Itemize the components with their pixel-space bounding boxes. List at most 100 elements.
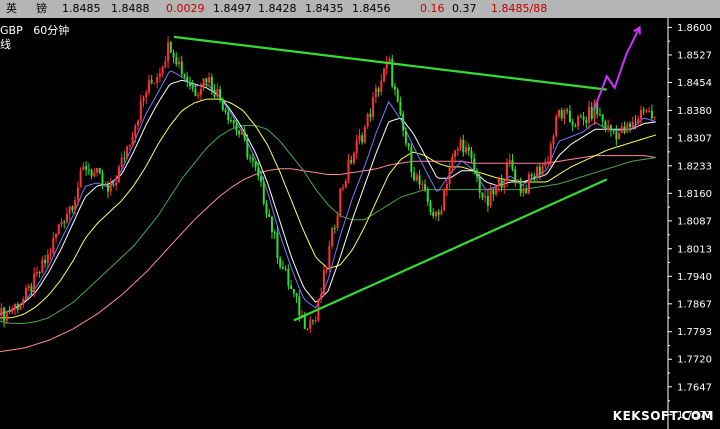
candle-body [19,304,22,310]
candle-body [106,184,109,192]
candle-body [350,160,353,163]
candle-body [3,307,6,321]
candle-body [178,61,181,65]
candle-body [284,268,287,270]
candle-body [407,143,410,147]
candle-body [46,254,49,264]
candle-body [183,74,186,77]
candle-body [33,273,36,293]
candle-body [626,123,629,133]
candle-body [251,157,254,162]
candle-body [93,172,96,177]
candle-body [199,88,202,95]
period-label: 60分钟 [33,24,70,37]
candle-body [609,125,612,131]
price-chart[interactable]: 1.8600 1.8527 1.8454 1.8380 1.8307 1.8233 1.81… [0,18,720,429]
candle-body [57,224,60,234]
candle-body [325,268,328,271]
ma-short-line [0,70,657,316]
candle-body [440,210,443,215]
candle-body [298,296,301,316]
candle-body [76,187,79,200]
chart-window: { "header": { "name_chars": ["英", "镑"], … [0,0,720,429]
candle-body [437,211,440,215]
candle-body [90,169,93,177]
candle-body [396,89,399,102]
candle-body [629,123,632,128]
candle-body [525,188,528,194]
quote-bar: 英 镑 1.8485 1.8488 0.0029 1.8497 1.8428 1… [0,0,720,18]
candle-body [197,94,200,96]
ma-slow-line [0,125,657,324]
candle-body [74,199,77,211]
candle-body [459,139,462,149]
candle-body [339,188,342,216]
candle-body [134,125,137,138]
candle-body [104,184,107,186]
candle-body [273,232,276,234]
candle-body [434,211,437,217]
y-tick-label: 1.7867 [677,299,712,310]
candle-body [164,61,167,67]
candle-body [219,89,222,100]
candle-body [639,109,642,119]
candle-body [210,77,213,91]
candle-body [588,106,591,123]
candle-body [383,68,386,81]
ma-long-line [0,155,657,353]
candle-body [489,190,492,206]
candle-body [533,176,536,179]
candle-body [240,131,243,135]
corner-line2: 线 [0,38,11,51]
watermark: KEKSOFT.COM [612,409,714,423]
candle-body [191,86,194,89]
candle-body [194,88,197,96]
candle-body [590,106,593,119]
candle-body [380,80,383,92]
candle-body [243,131,246,140]
candle-body [393,86,396,90]
candle-body [495,185,498,195]
candle-body [169,42,172,53]
candle-body [484,196,487,198]
candle-body [303,314,306,330]
candle-body [467,147,470,152]
candle-body [374,88,377,98]
candle-body [161,66,164,74]
candle-body [311,320,314,322]
candle-body [519,179,522,193]
candle-body [615,131,618,140]
candle-body [347,160,350,181]
candle-body [270,216,273,233]
candle-body [55,233,58,238]
candle-body [52,237,55,254]
candle-body [109,184,112,192]
symbol-name-char: 英 [6,2,17,15]
candle-body [221,99,224,110]
candle-body [500,178,503,188]
candle-body [232,120,235,124]
candle-body [79,169,82,188]
candle-body [637,118,640,123]
candle-body [112,184,115,186]
candle-body [213,90,216,97]
candle-body [16,303,19,310]
candle-body [607,125,610,130]
candle-body [314,320,317,322]
candle-body [631,121,634,128]
candle-body [336,215,339,229]
candle-body [538,166,541,175]
forecast-arrow [592,26,641,111]
candle-body [137,120,140,126]
candle-body [180,61,183,75]
candle-body [454,150,457,157]
candle-body [544,161,547,167]
candle-body [246,139,249,158]
candle-body [456,148,459,151]
candle-body [5,310,8,321]
candle-body [620,126,623,133]
candle-body [126,146,129,159]
candle-body [216,89,219,97]
candle-body [117,166,120,183]
y-tick-label: 1.8013 [677,244,712,255]
